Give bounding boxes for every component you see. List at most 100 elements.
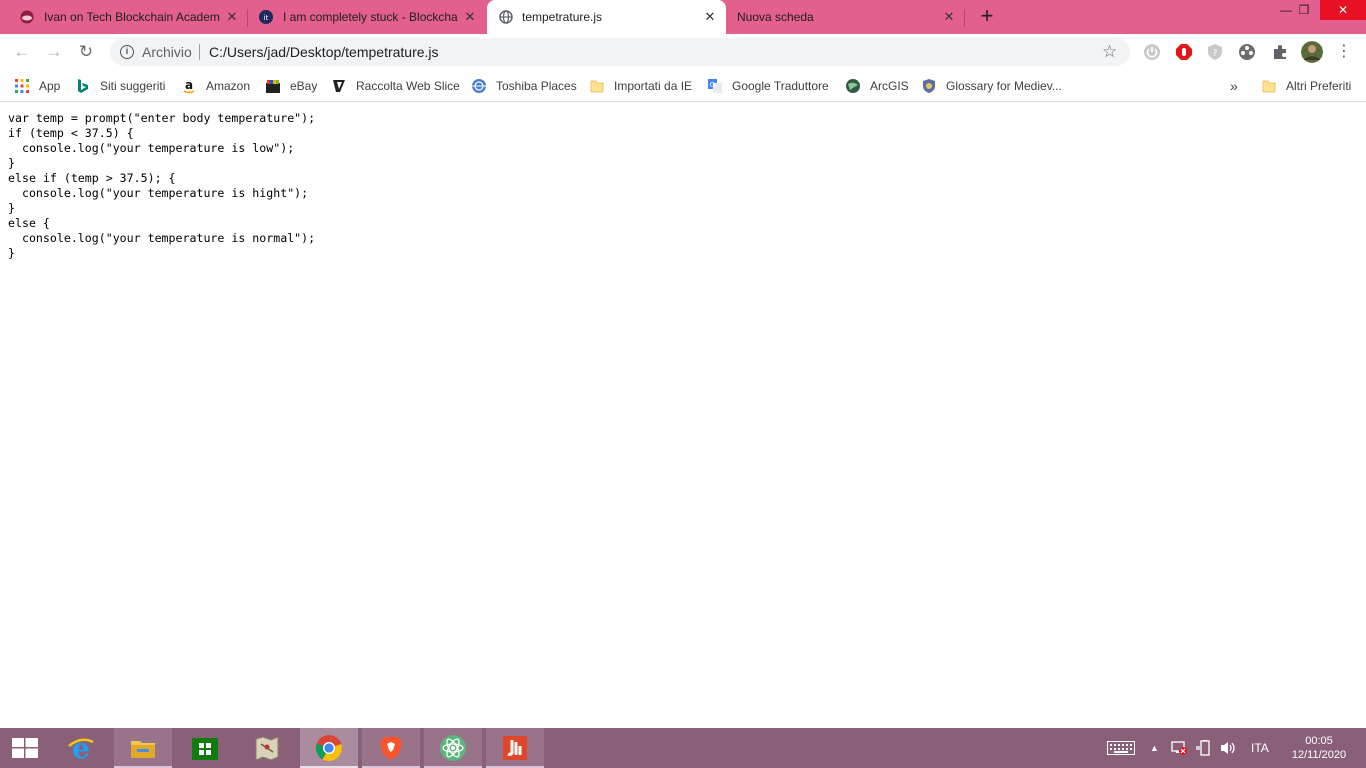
taskbar-atom[interactable] (424, 728, 482, 768)
js-source-text: var temp = prompt("enter body temperatur… (8, 111, 316, 260)
tab-strip: Ivan on Tech Blockchain Academ ✕ it I am… (0, 0, 1366, 34)
file-explorer-icon (131, 741, 155, 758)
tab-close-icon[interactable]: ✕ (462, 9, 478, 25)
clock-date: 12/11/2020 (1291, 749, 1347, 761)
taskbar-store[interactable] (176, 728, 234, 768)
power-extension-icon[interactable] (1143, 43, 1161, 61)
address-bar[interactable]: i Archivio C:/Users/jad/Desktop/tempetra… (110, 38, 1130, 66)
taskbar-file-explorer[interactable] (114, 728, 172, 768)
windows-taskbar: e ▲ ITA 00:05 12/11/2020 (0, 728, 1366, 768)
taskbar-maps-app[interactable] (238, 728, 296, 768)
tab-close-icon[interactable]: ✕ (702, 9, 718, 25)
bookmark-label: App (39, 79, 61, 93)
bookmark-importati-da-ie[interactable]: Importati da IE (589, 76, 692, 96)
bookmark-star-icon[interactable]: ☆ (1102, 42, 1117, 62)
globe-icon (499, 10, 513, 24)
folder-icon (590, 80, 604, 93)
bookmark-app[interactable]: App (14, 76, 60, 96)
volume-icon[interactable] (1219, 740, 1237, 756)
taskbar-brave[interactable] (362, 728, 420, 768)
svg-text:it: it (264, 14, 269, 22)
keyboard-icon[interactable] (1107, 741, 1135, 755)
bookmark-label: Siti suggeriti (100, 79, 166, 93)
globe-icon (846, 79, 860, 93)
address-divider (199, 44, 200, 60)
bookmark-label: Raccolta Web Slice (356, 79, 460, 93)
bing-icon (78, 79, 88, 93)
network-disconnected-icon[interactable] (1170, 740, 1188, 756)
bookmark-label: eBay (290, 79, 318, 93)
film-reel-extension-icon[interactable] (1238, 43, 1256, 61)
tray-overflow-chevron-icon[interactable]: ▲ (1150, 728, 1159, 768)
bookmark-label: Toshiba Places (496, 79, 577, 93)
tab-title: I am completely stuck - Blockcha (283, 10, 458, 24)
input-language[interactable]: ITA (1251, 728, 1269, 768)
apps-grid-icon (15, 79, 29, 93)
bookmark-label: ArcGIS (870, 79, 909, 93)
bookmark-label: Glossary for Mediev... (946, 79, 1062, 93)
bookmark-siti-suggeriti[interactable]: Siti suggeriti (75, 76, 165, 96)
chrome-icon (315, 735, 342, 762)
address-scheme-label: Archivio (142, 44, 192, 60)
tab-nuova-scheda[interactable]: Nuova scheda ✕ (727, 0, 965, 34)
ivan-on-tech-forum-icon: it (259, 10, 273, 24)
svg-text:G: G (710, 81, 715, 89)
taskbar-internet-explorer[interactable]: e (52, 728, 110, 768)
bookmark-label: Google Traduttore (732, 79, 829, 93)
folder-icon (1262, 80, 1276, 93)
restore-button[interactable]: ❐ (1284, 0, 1324, 20)
start-button[interactable] (0, 728, 50, 768)
tab-title: Nuova scheda (737, 10, 814, 24)
battery-plug-icon[interactable] (1196, 740, 1212, 756)
web-slice-icon (333, 80, 345, 92)
bookmark-amazon[interactable]: a Amazon (181, 76, 250, 96)
ivan-on-tech-favicon-icon (20, 10, 34, 24)
site-info-icon[interactable]: i (120, 45, 134, 59)
bookmark-raccolta-web-slice[interactable]: Raccolta Web Slice (331, 76, 460, 96)
bookmark-ebay[interactable]: eBay (265, 76, 317, 96)
toshiba-icon (472, 79, 486, 93)
windows-start-icon (12, 738, 38, 758)
shield-crest-icon (923, 79, 935, 93)
atom-icon (440, 735, 466, 761)
new-tab-button[interactable]: + (976, 5, 998, 28)
bookmarks-overflow-icon[interactable]: » (1230, 76, 1238, 96)
address-url[interactable]: C:/Users/jad/Desktop/tempetrature.js (209, 44, 439, 60)
tab-title: Ivan on Tech Blockchain Academ (44, 10, 220, 24)
menu-kebab-icon[interactable]: ⋮ (1334, 42, 1354, 62)
forward-button[interactable]: → (44, 42, 64, 62)
shield-extension-icon[interactable]: ? (1206, 43, 1224, 61)
tab-tempetrature-js[interactable]: tempetrature.js ✕ (487, 0, 726, 34)
tab-ivan-on-tech[interactable]: Ivan on Tech Blockchain Academ ✕ (8, 0, 248, 34)
adblock-extension-icon[interactable] (1175, 43, 1193, 61)
tab-close-icon[interactable]: ✕ (941, 9, 957, 25)
bookmark-label: Amazon (206, 79, 251, 93)
browser-toolbar: ← → ↻ i Archivio C:/Users/jad/Desktop/te… (0, 34, 1366, 70)
svg-text:e: e (72, 734, 90, 762)
svg-text:?: ? (1213, 49, 1218, 59)
tab-close-icon[interactable]: ✕ (224, 9, 240, 25)
back-button[interactable]: ← (12, 42, 32, 62)
window-close-button[interactable]: ✕ (1320, 0, 1366, 20)
bookmark-glossary[interactable]: Glossary for Mediev... (921, 76, 1062, 96)
bookmark-arcgis[interactable]: ArcGIS (845, 76, 909, 96)
profile-avatar[interactable] (1301, 41, 1323, 63)
bookmarks-bar: App Siti suggeriti a Amazon eBay Raccolt… (0, 70, 1366, 102)
amazon-icon: a (183, 78, 195, 94)
extensions-puzzle-icon[interactable] (1271, 43, 1289, 61)
bookmark-google-traduttore[interactable]: G Google Traduttore (707, 76, 829, 96)
bookmark-altri-preferiti[interactable]: Altri Preferiti (1261, 76, 1351, 96)
google-translate-icon: G (708, 79, 722, 93)
svg-text:a: a (185, 78, 193, 92)
tab-title: tempetrature.js (522, 10, 603, 24)
taskbar-clock[interactable]: 00:05 12/11/2020 (1284, 734, 1354, 762)
taskbar-chrome[interactable] (300, 728, 358, 768)
taskbar-red-app[interactable] (486, 728, 544, 768)
tab-blockchain-forum[interactable]: it I am completely stuck - Blockcha ✕ (248, 0, 486, 34)
clock-time: 00:05 (1305, 735, 1333, 747)
bookmark-toshiba-places[interactable]: Toshiba Places (471, 76, 577, 96)
ebay-icon (266, 80, 280, 93)
app-red-icon (503, 736, 527, 760)
internet-explorer-icon: e (68, 734, 94, 762)
reload-button[interactable]: ↻ (76, 42, 96, 62)
